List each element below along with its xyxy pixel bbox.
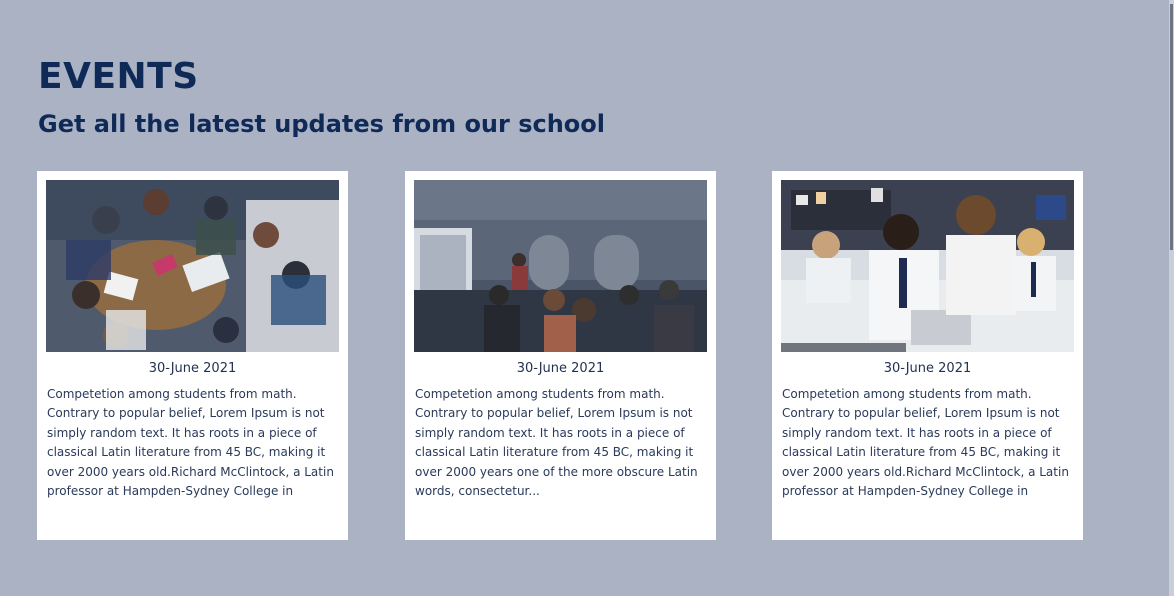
event-photo[interactable]	[781, 180, 1074, 352]
page-subtitle: Get all the latest updates from our scho…	[38, 110, 606, 138]
event-card[interactable]: 30-June 2021 Competetion among students …	[37, 171, 348, 540]
event-card[interactable]: 30-June 2021 Competetion among students …	[405, 171, 716, 540]
page-title: EVENTS	[38, 56, 199, 97]
event-date: 30-June 2021	[516, 361, 605, 376]
scrollbar-thumb[interactable]	[1170, 4, 1173, 250]
event-photo[interactable]	[46, 180, 339, 352]
event-description: Competetion among students from math. Co…	[782, 387, 1069, 499]
event-card[interactable]: 30-June 2021 Competetion among students …	[772, 171, 1083, 540]
event-date: 30-June 2021	[148, 361, 237, 376]
scrollbar[interactable]	[1169, 0, 1174, 596]
event-description: Competetion among students from math. Co…	[415, 387, 698, 499]
event-photo[interactable]	[414, 180, 707, 352]
event-date: 30-June 2021	[883, 361, 972, 376]
event-description: Competetion among students from math. Co…	[47, 387, 334, 499]
